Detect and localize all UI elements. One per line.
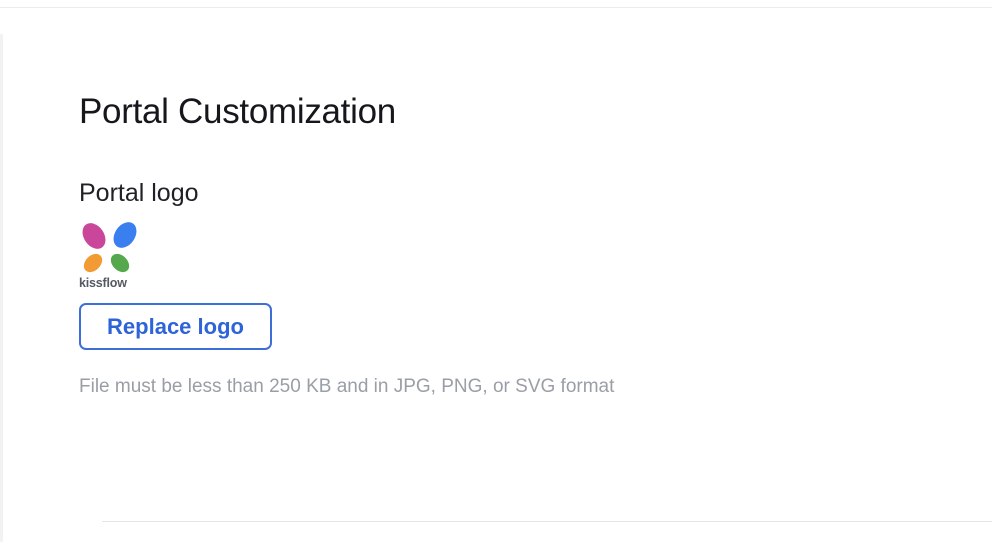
page-title: Portal Customization <box>79 92 396 131</box>
bottom-divider <box>102 521 992 522</box>
replace-logo-button[interactable]: Replace logo <box>79 303 272 350</box>
file-requirements-hint: File must be less than 250 KB and in JPG… <box>79 376 615 397</box>
portal-logo-heading: Portal logo <box>79 179 199 207</box>
logo-wordmark: kissflow <box>79 276 127 290</box>
left-border <box>0 34 3 542</box>
main-content: Portal Customization Portal logo kissflo… <box>79 88 959 400</box>
top-divider <box>0 7 992 8</box>
kissflow-butterfly-icon <box>82 222 137 273</box>
portal-customization-page: Portal Customization Portal logo kissflo… <box>0 0 992 542</box>
portal-logo-preview: kissflow <box>79 222 141 290</box>
